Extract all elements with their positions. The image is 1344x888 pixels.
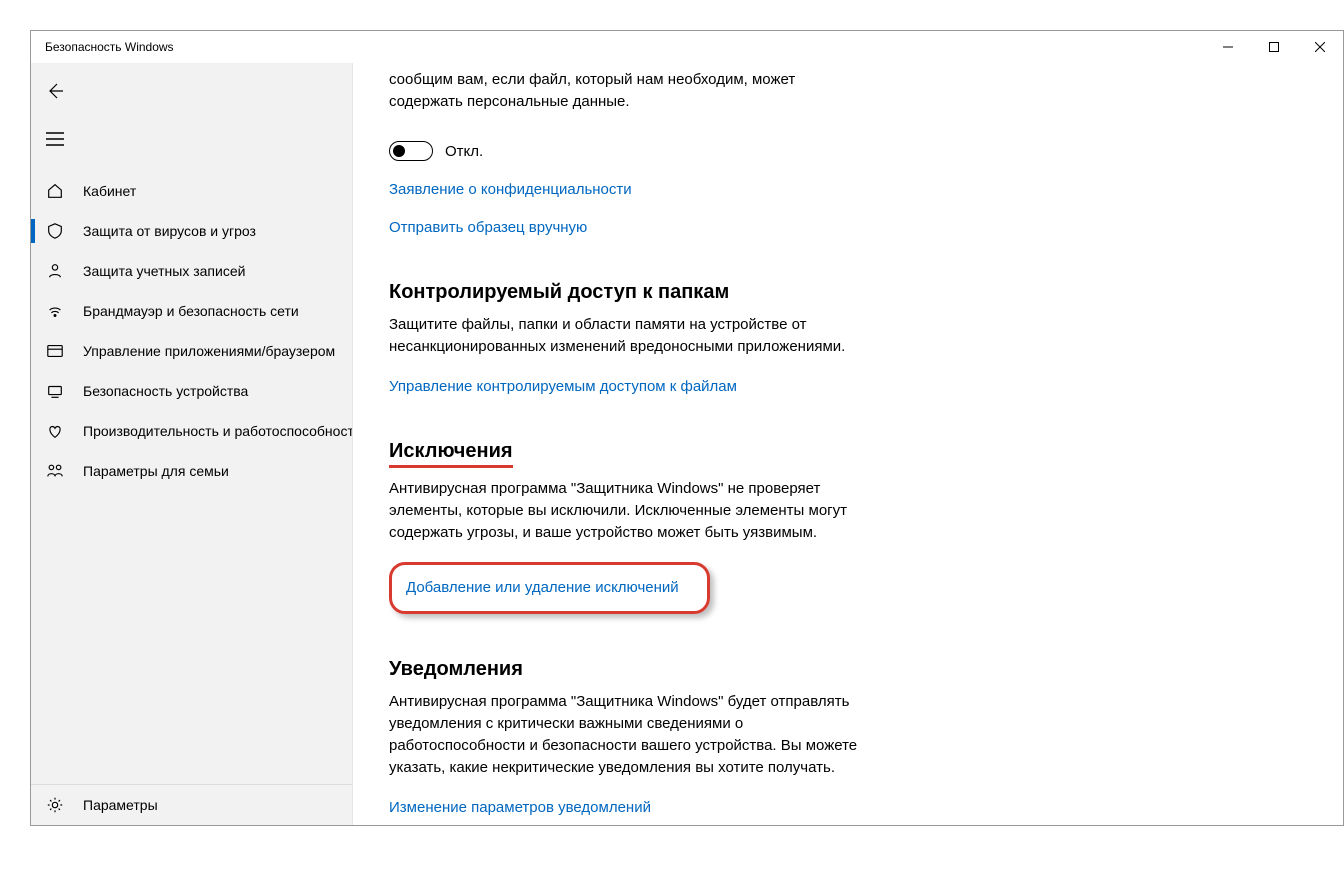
sidebar-item-label: Брандмауэр и безопасность сети — [83, 303, 299, 319]
browser-icon — [45, 341, 65, 361]
section-description: Защитите файлы, папки и области памяти н… — [389, 314, 859, 358]
sample-submission-section: сообщим вам, если файл, который нам необ… — [389, 69, 859, 237]
sidebar-item-family[interactable]: Параметры для семьи — [31, 451, 352, 491]
close-button[interactable] — [1297, 31, 1343, 63]
sidebar-top — [31, 63, 352, 171]
window-title: Безопасность Windows — [45, 40, 174, 54]
minimize-button[interactable] — [1205, 31, 1251, 63]
window-body: Кабинет Защита от вирусов и угроз Защита… — [31, 63, 1343, 825]
sidebar-item-home[interactable]: Кабинет — [31, 171, 352, 211]
notifications-section: Уведомления Антивирусная программа "Защи… — [389, 658, 859, 817]
sidebar-item-label: Параметры для семьи — [83, 463, 229, 479]
sample-submission-toggle[interactable] — [389, 141, 433, 161]
section-title: Контролируемый доступ к папкам — [389, 281, 859, 304]
truncated-description: сообщим вам, если файл, который нам необ… — [389, 69, 859, 113]
sidebar-item-label: Кабинет — [83, 183, 136, 199]
toggle-row: Откл. — [389, 141, 859, 161]
section-description: Антивирусная программа "Защитника Window… — [389, 691, 859, 779]
home-icon — [45, 181, 65, 201]
privacy-statement-link[interactable]: Заявление о конфиденциальности — [389, 181, 632, 198]
sidebar: Кабинет Защита от вирусов и угроз Защита… — [31, 63, 353, 825]
highlighted-action: Добавление или удаление исключений — [389, 562, 710, 614]
toggle-label: Откл. — [445, 143, 483, 160]
back-button[interactable] — [31, 69, 79, 113]
sidebar-item-firewall[interactable]: Брандмауэр и безопасность сети — [31, 291, 352, 331]
sidebar-item-label: Производительность и работоспособность у… — [83, 423, 352, 439]
hamburger-button[interactable] — [31, 117, 79, 161]
submit-sample-link[interactable]: Отправить образец вручную — [389, 219, 587, 236]
security-window: Безопасность Windows Кабинет — [30, 30, 1344, 826]
sidebar-item-settings[interactable]: Параметры — [31, 785, 352, 825]
sidebar-item-label: Параметры — [83, 797, 158, 813]
sidebar-item-label: Безопасность устройства — [83, 383, 248, 399]
sidebar-item-health[interactable]: Производительность и работоспособность у… — [31, 411, 352, 451]
family-icon — [45, 461, 65, 481]
sidebar-item-label: Защита учетных записей — [83, 263, 245, 279]
change-notification-settings-link[interactable]: Изменение параметров уведомлений — [389, 799, 651, 816]
sidebar-item-app-browser[interactable]: Управление приложениями/браузером — [31, 331, 352, 371]
sidebar-item-label: Управление приложениями/браузером — [83, 343, 335, 359]
sidebar-item-account[interactable]: Защита учетных записей — [31, 251, 352, 291]
add-remove-exclusions-link[interactable]: Добавление или удаление исключений — [406, 579, 679, 596]
exclusions-title-highlighted: Исключения — [389, 440, 513, 468]
titlebar: Безопасность Windows — [31, 31, 1343, 63]
heart-icon — [45, 421, 65, 441]
section-title: Уведомления — [389, 658, 859, 681]
controlled-folder-section: Контролируемый доступ к папкам Защитите … — [389, 281, 859, 396]
wifi-icon — [45, 301, 65, 321]
section-description: Антивирусная программа "Защитника Window… — [389, 478, 859, 544]
window-controls — [1205, 31, 1343, 63]
maximize-button[interactable] — [1251, 31, 1297, 63]
sidebar-bottom: Параметры — [31, 784, 352, 825]
content-area: сообщим вам, если файл, который нам необ… — [353, 63, 1343, 825]
section-title: Исключения — [389, 440, 859, 468]
shield-icon — [45, 221, 65, 241]
gear-icon — [45, 795, 65, 815]
manage-controlled-access-link[interactable]: Управление контролируемым доступом к фай… — [389, 378, 737, 395]
device-icon — [45, 381, 65, 401]
sidebar-item-label: Защита от вирусов и угроз — [83, 223, 256, 239]
sidebar-item-virus-threat[interactable]: Защита от вирусов и угроз — [31, 211, 352, 251]
exclusions-section: Исключения Антивирусная программа "Защит… — [389, 440, 859, 614]
sidebar-nav: Кабинет Защита от вирусов и угроз Защита… — [31, 171, 352, 784]
person-icon — [45, 261, 65, 281]
sidebar-item-device-security[interactable]: Безопасность устройства — [31, 371, 352, 411]
